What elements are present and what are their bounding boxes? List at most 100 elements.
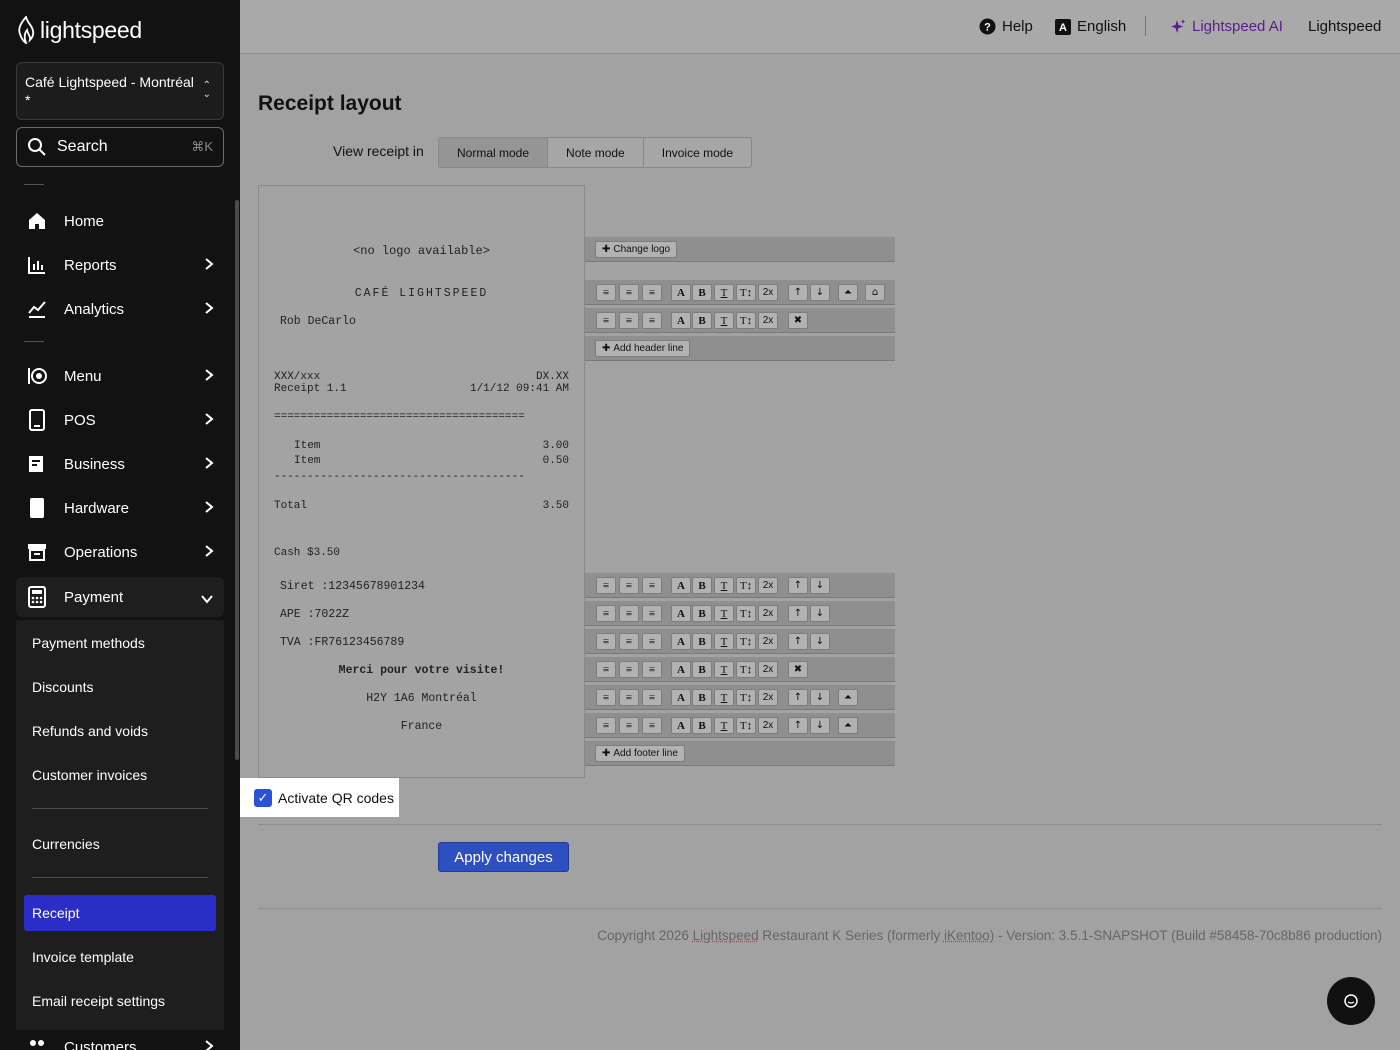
bold-b-icon[interactable]: B <box>692 689 712 706</box>
sub-payment-methods[interactable]: Payment methods <box>24 625 216 661</box>
receipt-footer-tva[interactable]: TVA :FR76123456789 <box>280 636 404 649</box>
align-left-icon[interactable]: ≡ <box>596 577 616 594</box>
receipt-footer-siret[interactable]: Siret :12345678901234 <box>280 580 425 593</box>
bold-a-icon[interactable]: A <box>671 689 691 706</box>
remove-icon[interactable]: ✖ <box>788 312 808 329</box>
receipt-footer-thanks[interactable]: Merci pour votre visite! <box>259 664 584 677</box>
bold-b-icon[interactable]: B <box>692 577 712 594</box>
align-right-icon[interactable]: ≡ <box>642 312 662 329</box>
invoice-mode-button[interactable]: Invoice mode <box>642 138 752 167</box>
bold-a-icon[interactable]: A <box>671 661 691 678</box>
move-down-icon[interactable]: ↓ <box>810 284 830 301</box>
search-input[interactable]: Search ⌘K <box>16 127 224 167</box>
size-2x-icon[interactable]: 2x <box>758 633 778 650</box>
align-left-icon[interactable]: ≡ <box>596 689 616 706</box>
add-header-line-button[interactable]: ✚ Add header line <box>595 340 691 357</box>
text-t-icon[interactable]: T <box>714 633 734 650</box>
activate-qr-codes-option[interactable]: ✓ Activate QR codes <box>240 778 399 817</box>
bold-a-icon[interactable]: A <box>671 717 691 734</box>
align-left-icon[interactable]: ≡ <box>596 284 616 301</box>
size-2x-icon[interactable]: 2x <box>758 605 778 622</box>
text-t-icon[interactable]: T <box>714 605 734 622</box>
align-right-icon[interactable]: ≡ <box>642 689 662 706</box>
move-down-icon[interactable]: ↓ <box>810 605 830 622</box>
receipt-footer-country[interactable]: France <box>259 720 584 733</box>
qr-checkbox[interactable]: ✓ <box>254 788 272 807</box>
remove-icon[interactable]: ✖ <box>788 661 808 678</box>
account-menu[interactable]: Lightspeed <box>1308 18 1381 35</box>
bold-b-icon[interactable]: B <box>692 312 712 329</box>
text-t-icon[interactable]: T <box>714 284 734 301</box>
text-size-icon[interactable]: T↕ <box>736 284 756 301</box>
text-size-icon[interactable]: T↕ <box>736 717 756 734</box>
sub-discounts[interactable]: Discounts <box>24 669 216 705</box>
nav-operations[interactable]: Operations <box>16 532 224 572</box>
receipt-footer-ape[interactable]: APE :7022Z <box>280 608 349 621</box>
text-size-icon[interactable]: T↕ <box>736 689 756 706</box>
bold-b-icon[interactable]: B <box>692 605 712 622</box>
sub-refunds-voids[interactable]: Refunds and voids <box>24 713 216 749</box>
bold-b-icon[interactable]: B <box>692 717 712 734</box>
text-size-icon[interactable]: T↕ <box>736 605 756 622</box>
collapse-icon[interactable]: ⏶ <box>838 717 858 734</box>
align-center-icon[interactable]: ≡ <box>619 633 639 650</box>
text-t-icon[interactable]: T <box>714 717 734 734</box>
move-down-icon[interactable]: ↓ <box>810 689 830 706</box>
align-right-icon[interactable]: ≡ <box>642 284 662 301</box>
bold-a-icon[interactable]: A <box>671 577 691 594</box>
align-left-icon[interactable]: ≡ <box>596 312 616 329</box>
text-size-icon[interactable]: T↕ <box>736 661 756 678</box>
size-2x-icon[interactable]: 2x <box>758 661 778 678</box>
store-selector[interactable]: Café Lightspeed - Montréal * ⌃ ⌄ <box>16 62 224 120</box>
size-2x-icon[interactable]: 2x <box>758 717 778 734</box>
align-center-icon[interactable]: ≡ <box>619 577 639 594</box>
note-mode-button[interactable]: Note mode <box>547 138 643 167</box>
align-center-icon[interactable]: ≡ <box>619 661 639 678</box>
align-right-icon[interactable]: ≡ <box>642 717 662 734</box>
sub-invoice-template[interactable]: Invoice template <box>24 939 216 975</box>
move-up-icon[interactable]: ↑ <box>788 605 808 622</box>
align-center-icon[interactable]: ≡ <box>619 605 639 622</box>
nav-business[interactable]: Business <box>16 444 224 484</box>
align-center-icon[interactable]: ≡ <box>619 312 639 329</box>
text-size-icon[interactable]: T↕ <box>736 312 756 329</box>
size-2x-icon[interactable]: 2x <box>758 689 778 706</box>
receipt-header-server[interactable]: Rob DeCarlo <box>280 315 356 328</box>
sidebar-scrollbar[interactable] <box>235 200 239 760</box>
normal-mode-button[interactable]: Normal mode <box>439 138 548 167</box>
move-down-icon[interactable]: ↓ <box>810 577 830 594</box>
move-down-icon[interactable]: ↓ <box>810 717 830 734</box>
text-t-icon[interactable]: T <box>714 312 734 329</box>
move-up-icon[interactable]: ↑ <box>788 577 808 594</box>
text-t-icon[interactable]: T <box>714 577 734 594</box>
align-left-icon[interactable]: ≡ <box>596 717 616 734</box>
text-t-icon[interactable]: T <box>714 661 734 678</box>
align-right-icon[interactable]: ≡ <box>642 605 662 622</box>
sub-receipt[interactable]: Receipt <box>24 895 216 931</box>
collapse-icon[interactable]: ⏶ <box>838 689 858 706</box>
nav-pos[interactable]: POS <box>16 400 224 440</box>
bold-a-icon[interactable]: A <box>671 605 691 622</box>
sub-currencies[interactable]: Currencies <box>24 826 216 862</box>
nav-menu[interactable]: Menu <box>16 356 224 396</box>
align-center-icon[interactable]: ≡ <box>619 717 639 734</box>
move-up-icon[interactable]: ↑ <box>788 689 808 706</box>
nav-analytics[interactable]: Analytics <box>16 289 224 329</box>
bold-b-icon[interactable]: B <box>692 661 712 678</box>
bold-a-icon[interactable]: A <box>671 633 691 650</box>
align-right-icon[interactable]: ≡ <box>642 633 662 650</box>
help-link[interactable]: ? Help <box>979 18 1033 35</box>
move-up-icon[interactable]: ↑ <box>788 284 808 301</box>
text-size-icon[interactable]: T↕ <box>736 633 756 650</box>
align-left-icon[interactable]: ≡ <box>596 605 616 622</box>
nav-reports[interactable]: Reports <box>16 245 224 285</box>
receipt-footer-city[interactable]: H2Y 1A6 Montréal <box>259 692 584 705</box>
size-2x-icon[interactable]: 2x <box>758 284 778 301</box>
align-right-icon[interactable]: ≡ <box>642 577 662 594</box>
align-center-icon[interactable]: ≡ <box>619 689 639 706</box>
move-up-icon[interactable]: ↑ <box>788 717 808 734</box>
align-right-icon[interactable]: ≡ <box>642 661 662 678</box>
change-logo-button[interactable]: ✚ Change logo <box>595 241 678 258</box>
add-footer-line-button[interactable]: ✚ Add footer line <box>595 745 685 762</box>
chat-button[interactable] <box>1327 977 1375 1025</box>
